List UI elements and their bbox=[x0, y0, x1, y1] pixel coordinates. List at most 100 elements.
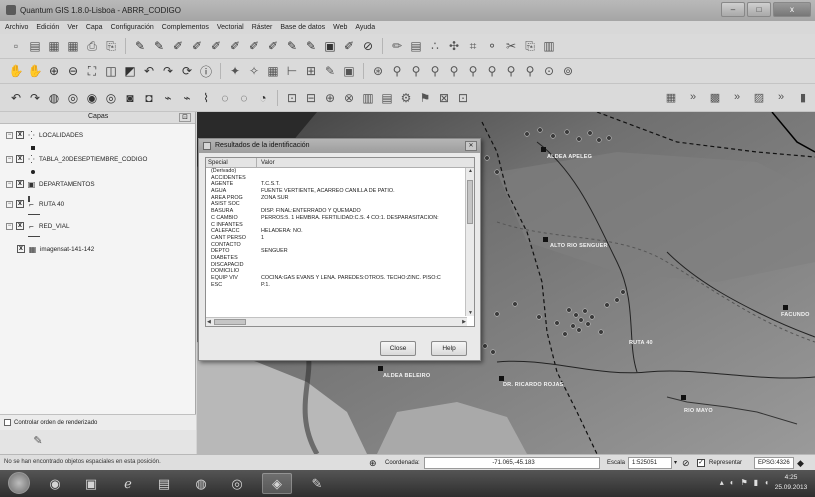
zoom-in-icon[interactable]: ⊕ bbox=[46, 63, 62, 79]
network-icon[interactable]: ◐ bbox=[730, 478, 735, 487]
node-tool-icon[interactable]: ⌗ bbox=[465, 38, 481, 54]
redo-icon[interactable]: ↷ bbox=[27, 90, 43, 106]
folder-icon[interactable]: ▤ bbox=[149, 473, 179, 494]
split-features-icon[interactable]: ⌇ bbox=[198, 90, 214, 106]
identify-results-tree[interactable]: Special Valor (Derivado) ACCIDENTES AGENTE… bbox=[205, 157, 475, 327]
new-shapefile-icon[interactable]: ✎ bbox=[303, 38, 319, 54]
result-row[interactable]: EQUIP VIV COCINA:GAS EVANS Y LEÑA. PAREDE… bbox=[206, 275, 474, 282]
scroll-up-icon[interactable]: ▲ bbox=[468, 168, 473, 174]
chevron-right-icon[interactable]: » bbox=[773, 89, 789, 105]
copy-features-icon[interactable]: ⎘ bbox=[522, 38, 538, 54]
scroll-down-icon[interactable]: ▼ bbox=[468, 310, 473, 316]
messages-icon[interactable]: ◆ bbox=[797, 457, 804, 469]
delete-part-icon[interactable]: ◘ bbox=[141, 90, 157, 106]
scale-dropdown-icon[interactable]: ▾ bbox=[674, 457, 677, 469]
heatmap-icon[interactable]: ▥ bbox=[360, 90, 376, 106]
menu-raster[interactable]: Ráster bbox=[252, 21, 273, 34]
value-column-header[interactable]: Valor bbox=[261, 160, 275, 166]
layer-visibility-checkbox[interactable]: x bbox=[16, 155, 24, 163]
tray-arrow-icon[interactable]: ▴ bbox=[720, 478, 724, 487]
layer-visibility-checkbox[interactable]: x bbox=[17, 245, 25, 253]
result-row[interactable]: C CAMBIO PERROS:5. 1 HEMBRA. FERTILIDAD:C… bbox=[206, 215, 474, 222]
volume-icon[interactable]: ◖ bbox=[764, 478, 769, 487]
add-ring-icon[interactable]: ◎ bbox=[65, 90, 81, 106]
paint-icon[interactable]: ✎ bbox=[302, 473, 332, 494]
scrollbar-thumb[interactable] bbox=[214, 319, 246, 325]
explorer-icon[interactable]: ▣ bbox=[76, 473, 106, 494]
cut-features-icon[interactable]: ✂ bbox=[503, 38, 519, 54]
result-row[interactable]: DIABETES bbox=[206, 255, 474, 262]
minimize-button[interactable]: – bbox=[721, 2, 745, 17]
reshape-icon[interactable]: ⌁ bbox=[160, 90, 176, 106]
pan-to-selection-icon[interactable]: ✋ bbox=[27, 63, 43, 79]
layer-red-vial[interactable]: − x ⌐ RED_VIAL bbox=[6, 220, 69, 232]
dialog-title-bar[interactable]: Resultados de la identificación ✕ bbox=[199, 139, 480, 153]
collapse-icon[interactable]: − bbox=[6, 155, 13, 163]
scrollbar-thumb[interactable] bbox=[467, 180, 473, 224]
result-row[interactable]: ASIST SOC bbox=[206, 201, 474, 208]
render-checkbox[interactable]: ✓ bbox=[697, 459, 705, 467]
layer-visibility-checkbox[interactable]: x bbox=[16, 131, 24, 139]
new-spatialite-icon[interactable]: ▣ bbox=[322, 38, 338, 54]
add-delimited-icon[interactable]: ✎ bbox=[284, 38, 300, 54]
feature-column-header[interactable]: Special bbox=[208, 160, 228, 166]
add-wcs-icon[interactable]: ✐ bbox=[246, 38, 262, 54]
topology-checker-icon[interactable]: ⊡ bbox=[455, 90, 471, 106]
column-divider[interactable] bbox=[256, 158, 257, 168]
collapse-icon[interactable]: − bbox=[6, 180, 13, 188]
simplify-icon[interactable]: ◍ bbox=[46, 90, 62, 106]
svg-annotation-icon[interactable]: ⊚ bbox=[560, 63, 576, 79]
stop-render-icon[interactable]: ⊘ bbox=[682, 457, 690, 469]
new-project-icon[interactable]: ▫ bbox=[8, 38, 24, 54]
zoom-next-icon[interactable]: ↷ bbox=[160, 63, 176, 79]
label-options-icon[interactable]: ⚲ bbox=[522, 63, 538, 79]
vector-toolbar-icon[interactable]: ▩ bbox=[707, 89, 723, 105]
add-wms-icon[interactable]: ✐ bbox=[227, 38, 243, 54]
crs-button[interactable]: EPSG:4326 bbox=[754, 457, 794, 469]
maximize-button[interactable]: □ bbox=[747, 2, 771, 17]
menu-base-de-datos[interactable]: Base de datos bbox=[280, 21, 325, 34]
zoom-selection-icon[interactable]: ◩ bbox=[122, 63, 138, 79]
menu-complementos[interactable]: Complementos bbox=[162, 21, 209, 34]
collapse-icon[interactable]: − bbox=[6, 200, 13, 208]
chevron-right-icon[interactable]: » bbox=[685, 89, 701, 105]
qgis-icon[interactable]: ◈ bbox=[262, 473, 292, 494]
highlight-labels-icon[interactable]: ⚲ bbox=[408, 63, 424, 79]
label-tool-icon[interactable]: ⊛ bbox=[370, 63, 386, 79]
identify-icon[interactable]: ⓘ bbox=[198, 63, 214, 79]
save-edits-icon[interactable]: ▤ bbox=[408, 38, 424, 54]
interpolation-icon[interactable]: ▤ bbox=[379, 90, 395, 106]
merge-features-icon[interactable]: ◌ bbox=[217, 90, 233, 106]
undo-icon[interactable]: ↶ bbox=[8, 90, 24, 106]
georeferencer-icon[interactable]: ⊕ bbox=[322, 90, 338, 106]
result-row[interactable]: AGUA FUENTE VERTIENTE, ACARREO CANILLA DE… bbox=[206, 188, 474, 195]
add-raster-icon[interactable]: ✎ bbox=[151, 38, 167, 54]
database-toolbar-icon[interactable]: ▨ bbox=[751, 89, 767, 105]
rotate-symbols-icon[interactable]: ◔ bbox=[255, 90, 271, 106]
media-player-icon[interactable]: ◉ bbox=[40, 473, 70, 494]
toggle-editing-icon[interactable]: ✏ bbox=[389, 38, 405, 54]
collapse-icon[interactable]: − bbox=[6, 222, 13, 230]
menu-capa[interactable]: Capa bbox=[86, 21, 103, 34]
zoom-out-icon[interactable]: ⊖ bbox=[65, 63, 81, 79]
panel-float-close-icon[interactable]: ⊡ bbox=[179, 113, 191, 122]
map-tips-icon[interactable]: ✎ bbox=[322, 63, 338, 79]
show-hide-labels-icon[interactable]: ⚲ bbox=[484, 63, 500, 79]
result-row[interactable]: AGENTE T.C.S.T. bbox=[206, 181, 474, 188]
results-horizontal-scrollbar[interactable]: ◀ ▶ bbox=[206, 317, 467, 326]
add-vector-icon[interactable]: ✎ bbox=[132, 38, 148, 54]
delete-selected-icon[interactable]: ⚬ bbox=[484, 38, 500, 54]
gps-tools-icon[interactable]: ⊗ bbox=[341, 90, 357, 106]
taskbar-clock[interactable]: 4:25 25.09.2013 bbox=[773, 473, 809, 493]
scroll-right-icon[interactable]: ▶ bbox=[462, 319, 466, 325]
result-row[interactable]: DISCAPACID bbox=[206, 262, 474, 269]
result-row[interactable]: CANT PERSO 1 bbox=[206, 235, 474, 242]
composer-manager-icon[interactable]: ⎘ bbox=[103, 38, 119, 54]
results-vertical-scrollbar[interactable]: ▲ ▼ bbox=[465, 168, 474, 316]
add-part-icon[interactable]: ◉ bbox=[84, 90, 100, 106]
result-row[interactable]: AREA PROG ZONA SUR bbox=[206, 195, 474, 202]
chevron-right-icon[interactable]: » bbox=[729, 89, 745, 105]
save-as-icon[interactable]: ▦ bbox=[65, 38, 81, 54]
layer-visibility-checkbox[interactable]: x bbox=[16, 180, 24, 188]
zoom-last-icon[interactable]: ↶ bbox=[141, 63, 157, 79]
